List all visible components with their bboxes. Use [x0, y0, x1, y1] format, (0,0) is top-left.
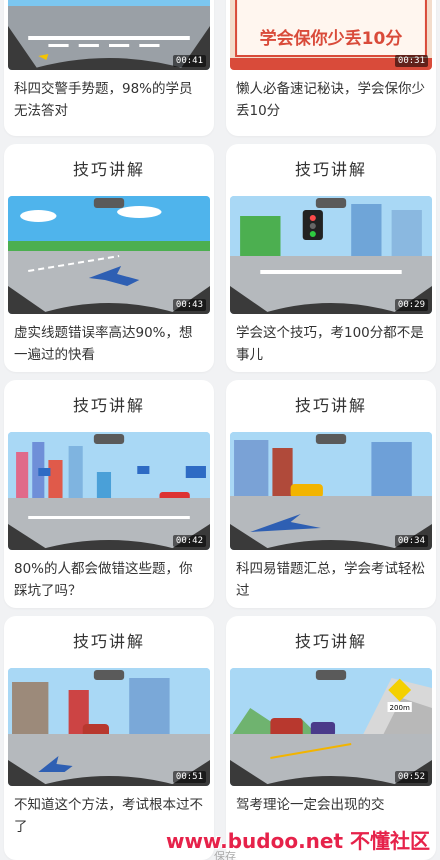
card-title: 技巧讲解: [72, 632, 145, 651]
video-thumbnail[interactable]: 00:29: [230, 196, 432, 314]
curve-road-image: [8, 196, 210, 314]
card-title: 技巧讲解: [294, 632, 367, 651]
video-caption: 懒人必备速记秘诀，学会保你少丢10分: [236, 81, 425, 119]
duration-badge: 00:29: [394, 299, 428, 311]
turn-road-image: [8, 668, 210, 786]
video-caption: 学会这个技巧，考100分都不是事儿: [236, 325, 424, 363]
duration-badge: 00:52: [394, 771, 428, 783]
video-grid: 00:41 科四交警手势题，98%的学员无法答对 学会保你少丢10分 00:31…: [0, 0, 440, 860]
banner-text: 学会保你少丢10分: [259, 29, 403, 49]
card-title: 技巧讲解: [294, 396, 367, 415]
video-card[interactable]: 00:41 科四交警手势题，98%的学员无法答对: [4, 0, 214, 136]
video-card[interactable]: 技巧讲解 00:42 80%的人都会做错这些题，你踩坑了吗？: [4, 380, 214, 608]
duration-badge: 00:34: [394, 535, 428, 547]
card-title: 技巧讲解: [294, 160, 367, 179]
video-caption: 80%的人都会做错这些题，你踩坑了吗？: [14, 561, 193, 599]
video-caption: 科四易错题汇总，学会考试轻松过: [236, 561, 425, 599]
video-thumbnail[interactable]: 00:34: [230, 432, 432, 550]
distance-sign-text: 200m: [390, 703, 410, 712]
duration-badge: 00:42: [172, 535, 206, 547]
watermark-text: www.budoo.net 不懂社区: [165, 829, 430, 853]
duration-badge: 00:43: [172, 299, 206, 311]
duration-badge: 00:41: [172, 55, 206, 67]
card-title: 技巧讲解: [72, 396, 145, 415]
taxi-road-image: [230, 432, 432, 550]
duration-badge: 00:51: [172, 771, 206, 783]
video-thumbnail[interactable]: 00:51: [8, 668, 210, 786]
video-thumbnail[interactable]: 00:42: [8, 432, 210, 550]
video-card[interactable]: 技巧讲解 00:43 虚实线题错误率高达90%，想一遍过的快看: [4, 144, 214, 372]
city-road-image: [8, 432, 210, 550]
video-caption: 虚实线题错误率高达90%，想一遍过的快看: [14, 325, 193, 363]
video-caption: 科四交警手势题，98%的学员无法答对: [14, 81, 193, 119]
video-card[interactable]: 技巧讲解 00:34 科四易错题汇总，学会考试轻松过: [226, 380, 436, 608]
video-thumbnail[interactable]: 学会保你少丢10分 00:31: [230, 0, 432, 70]
video-thumbnail[interactable]: 00:41: [8, 0, 210, 70]
card-title: 技巧讲解: [72, 160, 145, 179]
watermark-bar: 保存 www.budoo.net 不懂社区: [0, 824, 440, 860]
duration-badge: 00:31: [394, 55, 428, 67]
video-card[interactable]: 学会保你少丢10分 00:31 懒人必备速记秘诀，学会保你少丢10分: [226, 0, 436, 136]
video-thumbnail[interactable]: 00:43: [8, 196, 210, 314]
traffic-light-image: [230, 196, 432, 314]
mountain-road-image: 200m: [230, 668, 432, 786]
video-card[interactable]: 技巧讲解 00:29 学会这个技巧，考100分都不是事儿: [226, 144, 436, 372]
video-thumbnail[interactable]: 200m 00:52: [230, 668, 432, 786]
